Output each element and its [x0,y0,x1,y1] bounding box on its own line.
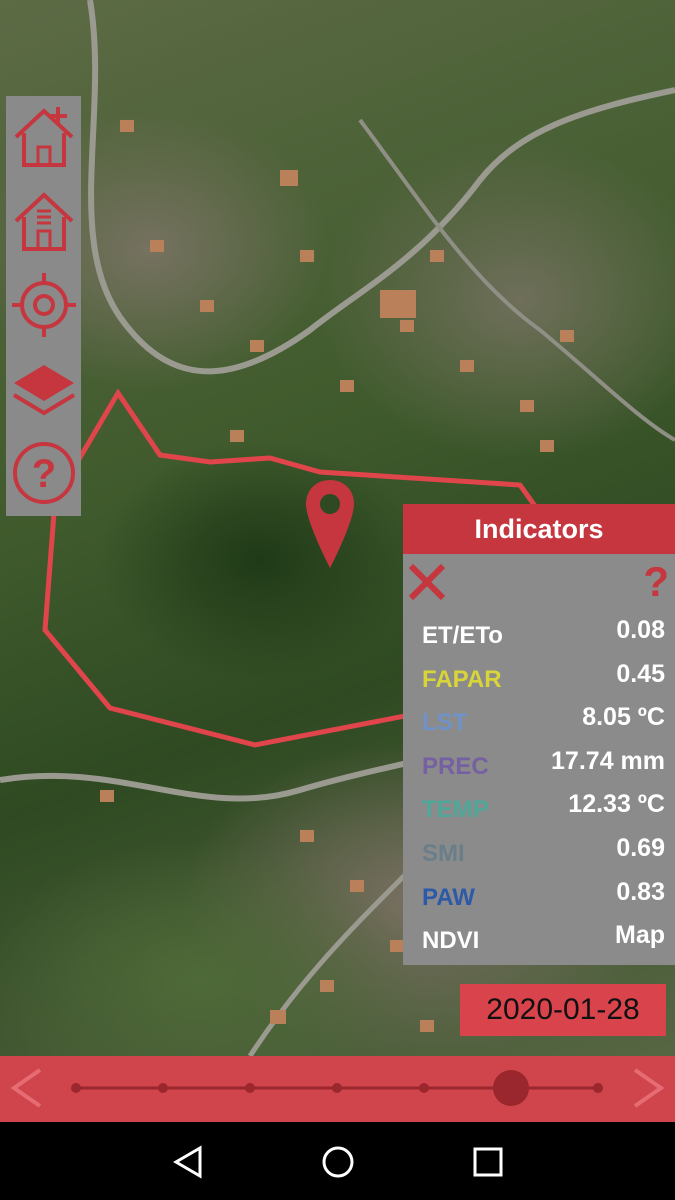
panel-help-button[interactable]: ? [643,558,669,606]
timeline-step[interactable] [332,1083,342,1093]
indicator-label: LST [422,709,468,737]
home-list-icon [14,192,73,251]
indicator-value: 0.83 [616,877,665,906]
indicators-panel: Indicators ? ET/ETo 0.08 FAPAR 0.45 LST 8.05 … [403,504,675,965]
indicator-value: 0.69 [616,834,665,862]
indicator-label: TEMP [422,796,489,824]
home-add-icon [14,107,73,167]
date-badge: 2020-01-28 [460,984,666,1036]
sidebar-item-home-list[interactable] [6,180,81,262]
sidebar-item-layers[interactable] [6,348,81,430]
timeline-step[interactable] [593,1083,603,1093]
indicator-row[interactable]: TEMP 12.33 ºC [403,790,675,830]
svg-text:?: ? [31,452,55,496]
indicator-label: FAPAR [422,665,502,693]
timeline-step[interactable] [245,1083,255,1093]
home-icon[interactable] [318,1142,358,1182]
indicator-label: NDVI [422,927,480,955]
next-arrow-icon[interactable] [633,1068,665,1108]
map-pin-icon[interactable] [304,478,356,570]
road [358,118,675,442]
recents-icon[interactable] [468,1142,508,1182]
indicator-label: PREC [422,752,489,780]
indicator-row[interactable]: PREC 17.74 mm [403,747,675,787]
indicator-value: 0.45 [616,659,665,688]
crosshair-icon [11,273,76,337]
timeline-bar [0,1056,675,1122]
indicator-label: PAW [422,883,475,911]
timeline-step[interactable] [419,1083,429,1093]
layers-icon [12,365,75,416]
indicator-value: 12.33 ºC [568,790,665,819]
indicator-value: 8.05 ºC [582,703,665,732]
indicator-row[interactable]: FAPAR 0.45 [403,660,675,700]
sidebar-toolbar: ? [6,96,81,516]
indicator-label: ET/ETo [422,622,503,649]
indicator-value: 0.08 [616,616,665,644]
timeline-handle[interactable] [493,1070,529,1106]
indicator-label: SMI [422,840,465,867]
sidebar-item-help[interactable]: ? [6,432,81,514]
indicator-value: 17.74 mm [551,746,665,775]
timeline-slider[interactable] [0,1056,675,1122]
indicator-row[interactable]: LST 8.05 ºC [403,703,675,743]
indicator-row[interactable]: SMI 0.69 [403,834,675,874]
sidebar-item-add-home[interactable] [6,96,81,178]
indicator-row[interactable]: NDVI Map [403,921,675,961]
timeline-step[interactable] [158,1083,168,1093]
panel-title: Indicators [403,504,675,554]
sidebar-item-locate[interactable] [6,264,81,346]
indicator-row[interactable]: ET/ETo 0.08 [403,616,675,656]
indicator-value: Map [615,921,665,950]
help-circle-icon: ? [12,442,75,504]
back-icon[interactable] [168,1142,208,1182]
close-icon[interactable] [407,562,447,602]
timeline-step[interactable] [71,1083,81,1093]
system-nav-bar [0,1122,675,1200]
indicator-row[interactable]: PAW 0.83 [403,878,675,918]
prev-arrow-icon[interactable] [10,1068,42,1108]
